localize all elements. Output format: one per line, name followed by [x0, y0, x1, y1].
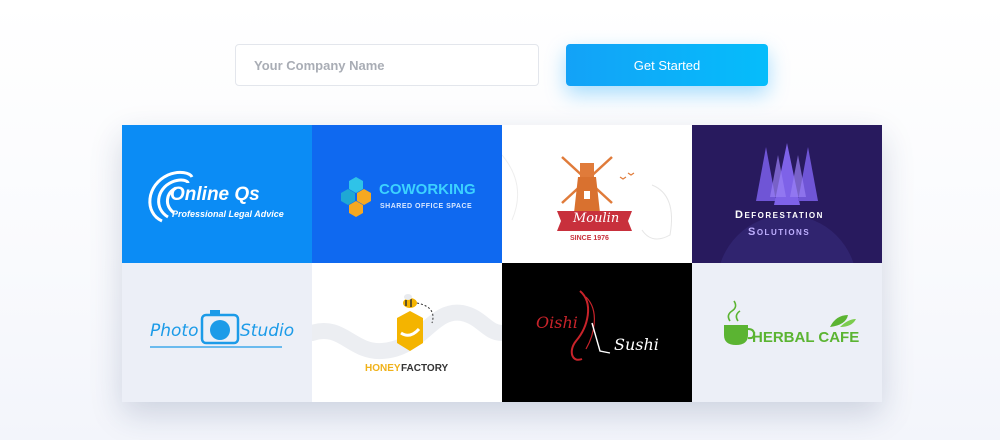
logo-tile-photo-studio[interactable]: Photo Studio [122, 263, 312, 402]
trees-icon [720, 143, 854, 263]
get-started-button[interactable]: Get Started [566, 44, 768, 86]
logo-tile-honey-factory[interactable]: HONEY FACTORY [312, 263, 502, 402]
logo-tile-moulin[interactable]: Moulin SINCE 1976 [502, 125, 692, 263]
logo-left-word: Photo [150, 321, 199, 341]
logo-tile-oishi-sushi[interactable]: Oishi Sushi [502, 263, 692, 402]
company-name-input[interactable] [235, 44, 539, 86]
logo-tile-online-qs[interactable]: Online Qs Professional Legal Advice [122, 125, 312, 263]
logo-gallery: Online Qs Professional Legal Advice COWO… [122, 125, 882, 402]
logo-word-honey: HONEY [365, 363, 401, 374]
logo-tile-coworking[interactable]: COWORKING SHARED OFFICE SPACE [312, 125, 502, 263]
bee-icon [312, 294, 502, 360]
logo-name: Online Qs [170, 184, 260, 205]
logo-left-word: Oishi [536, 313, 578, 332]
logo-name: HERBAL CAFE [752, 329, 860, 346]
logo-line-2: Solutions [748, 226, 811, 238]
brush-stroke-icon [570, 290, 611, 361]
logo-tile-herbal-cafe[interactable]: HERBAL CAFE [692, 263, 882, 402]
logo-tagline: SINCE 1976 [570, 235, 609, 242]
windmill-icon [502, 154, 672, 240]
logo-name: COWORKING [379, 181, 476, 198]
decorative-icon: ◠ [512, 0, 526, 4]
signup-form: Get Started [235, 44, 768, 86]
logo-tagline: Professional Legal Advice [172, 209, 284, 219]
logo-tagline: SHARED OFFICE SPACE [380, 203, 473, 210]
logo-word-factory: FACTORY [401, 363, 449, 374]
logo-right-word: Sushi [614, 335, 659, 354]
logo-right-word: Studio [240, 321, 295, 341]
logo-name: Moulin [573, 211, 620, 226]
logo-tile-deforestation[interactable]: Deforestation Solutions [692, 125, 882, 263]
logo-line-1: Deforestation [735, 209, 824, 221]
